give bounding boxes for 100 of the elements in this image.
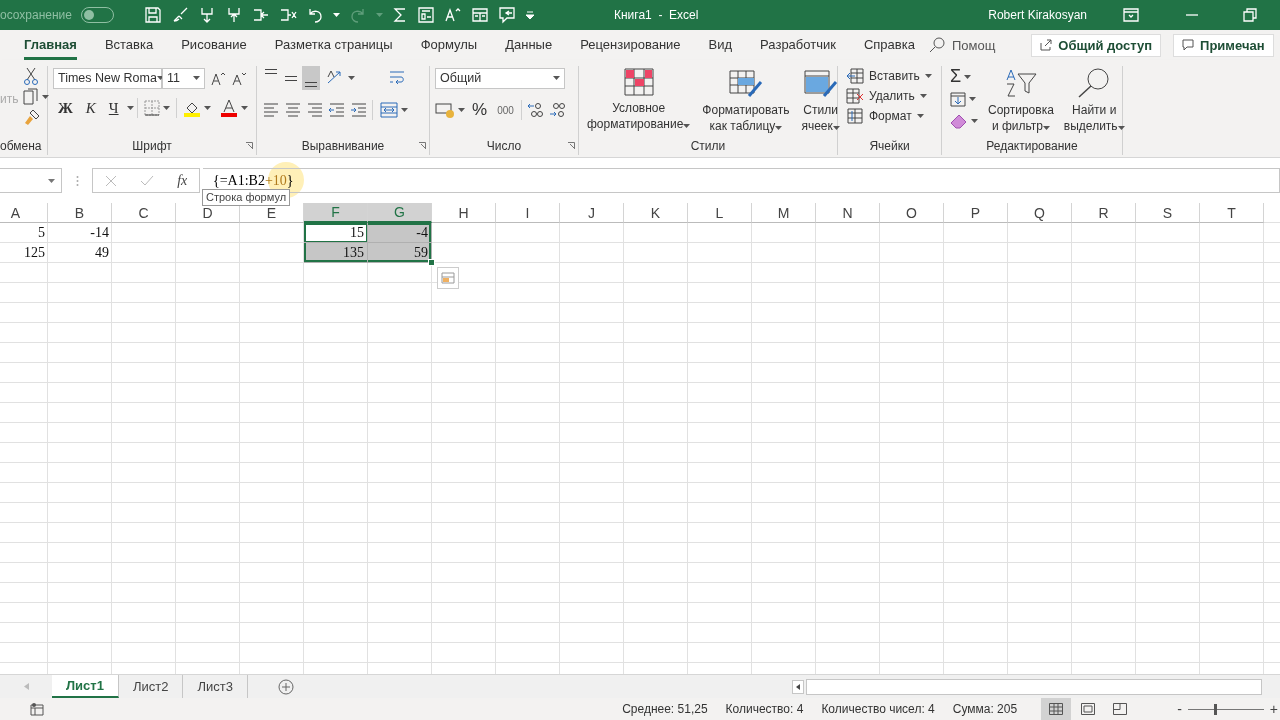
styles-button[interactable]: Условное форматирование xyxy=(584,66,694,139)
column-header[interactable]: I xyxy=(496,203,560,223)
column-header[interactable]: T xyxy=(1200,203,1264,223)
italic-button[interactable]: К xyxy=(80,97,101,119)
table-cell[interactable]: 125 xyxy=(0,243,48,263)
column-header[interactable]: N xyxy=(816,203,880,223)
caret-icon xyxy=(969,97,976,101)
font-size-icon[interactable] xyxy=(444,6,462,24)
ribbon-tab[interactable]: Данные xyxy=(505,30,553,60)
underline-button[interactable]: Ч xyxy=(103,97,124,119)
styles-button[interactable]: Форматировать как таблицу xyxy=(699,66,793,139)
increase-decimal-icon[interactable] xyxy=(525,101,544,119)
percent-button[interactable]: % xyxy=(469,98,491,122)
save-icon[interactable] xyxy=(144,6,162,24)
group-label: обмена xyxy=(0,139,42,155)
grow-font-icon[interactable] xyxy=(210,70,226,86)
autosum-button[interactable]: Σ xyxy=(947,66,981,87)
insert-cells-icon[interactable] xyxy=(252,6,270,24)
currency-button[interactable] xyxy=(435,101,465,119)
ribbon-tab[interactable]: Справка xyxy=(863,30,915,60)
ribbon-tab[interactable]: Вставка xyxy=(104,30,154,60)
borders-icon xyxy=(143,100,160,116)
formula-field[interactable]: {=A1:B2+10} xyxy=(203,168,1280,193)
column-header[interactable]: M xyxy=(752,203,816,223)
find-select-button[interactable]: Найти и выделить xyxy=(1060,66,1128,139)
fill-handle[interactable] xyxy=(428,259,435,266)
horizontal-scrollbar[interactable] xyxy=(792,678,1262,695)
sheet-tab[interactable]: Лист1 xyxy=(52,675,119,698)
insert-function-button[interactable]: fx xyxy=(177,172,188,189)
ribbon-tab[interactable]: Разметка страницы xyxy=(274,30,393,60)
column-header[interactable]: B xyxy=(48,203,112,223)
scroll-left-icon[interactable] xyxy=(792,679,804,694)
bold-button[interactable]: Ж xyxy=(53,97,78,119)
share-button[interactable]: Общий доступ xyxy=(1031,33,1162,57)
format-painter-icon[interactable] xyxy=(23,108,42,126)
customize-icon[interactable] xyxy=(525,10,535,20)
launcher-icon[interactable] xyxy=(568,142,575,149)
ribbon-tab[interactable]: Разработчик xyxy=(760,30,836,60)
column-header[interactable]: H xyxy=(432,203,496,223)
column-header[interactable]: R xyxy=(1072,203,1136,223)
cells-button[interactable]: Формат xyxy=(843,106,935,126)
column-header[interactable]: Q xyxy=(1008,203,1072,223)
merge-button[interactable] xyxy=(377,99,411,121)
column-header[interactable]: K xyxy=(624,203,688,223)
insert-row-icon[interactable] xyxy=(198,6,216,24)
ribbon-tab[interactable]: Вид xyxy=(708,30,733,60)
ribbon-tab[interactable]: Рисование xyxy=(181,30,247,60)
column-header[interactable]: G xyxy=(368,203,432,223)
column-header[interactable]: O xyxy=(880,203,944,223)
sum-icon[interactable] xyxy=(392,6,408,24)
group-label: Число xyxy=(485,139,523,155)
ribbon-tab[interactable]: Рецензирование xyxy=(580,30,681,60)
comment-reply-icon[interactable] xyxy=(498,6,516,24)
column-header[interactable]: F xyxy=(304,203,368,223)
number-format-field[interactable]: Общий xyxy=(435,67,565,89)
table-cell[interactable]: -14 xyxy=(48,223,112,243)
shrink-font-icon[interactable] xyxy=(231,70,247,86)
form-icon[interactable] xyxy=(417,6,435,24)
table-cell[interactable]: 15 xyxy=(304,223,368,243)
layout-icon[interactable] xyxy=(471,6,489,24)
table-cell[interactable]: 135 xyxy=(304,243,368,263)
comments-button[interactable]: Примечан xyxy=(1173,33,1274,57)
delete-cells-icon[interactable] xyxy=(279,6,297,24)
copy-button[interactable] xyxy=(23,88,50,106)
decrease-decimal-icon[interactable] xyxy=(547,101,566,119)
caret-icon xyxy=(775,126,783,130)
styles-button[interactable]: Стили ячеек xyxy=(798,66,843,139)
table-cell[interactable]: 59 xyxy=(368,243,432,263)
user-name[interactable]: Robert Kirakosyan xyxy=(988,8,1087,22)
ribbon-tab[interactable]: Формулы xyxy=(420,30,478,60)
macro-icon[interactable] xyxy=(30,702,44,716)
launcher-icon[interactable] xyxy=(246,142,253,149)
launcher-icon[interactable] xyxy=(419,142,426,149)
column-header[interactable]: C xyxy=(112,203,176,223)
sort-filter-button[interactable]: Сортировка и фильтр xyxy=(985,66,1057,139)
column-header[interactable]: P xyxy=(944,203,1008,223)
table-cell[interactable]: -4 xyxy=(368,223,432,243)
column-header[interactable]: L xyxy=(688,203,752,223)
normal-view-button[interactable] xyxy=(1041,698,1072,720)
table-cell[interactable]: 5 xyxy=(0,223,48,243)
restore-icon[interactable] xyxy=(1243,8,1257,22)
add-sheet-icon[interactable] xyxy=(277,678,294,695)
column-header[interactable]: A xyxy=(0,203,48,223)
brush-icon[interactable] xyxy=(171,6,189,24)
cells-button[interactable]: Вставить xyxy=(843,66,935,86)
column-header[interactable]: J xyxy=(560,203,624,223)
insert-column-icon[interactable] xyxy=(225,6,243,24)
table-cell[interactable]: 49 xyxy=(48,243,112,263)
cut-icon[interactable] xyxy=(23,66,40,86)
undo-icon[interactable] xyxy=(306,6,324,24)
vertical-align-button[interactable] xyxy=(302,66,320,90)
ribbon-display-icon[interactable] xyxy=(1123,8,1139,22)
tell-me-field[interactable]: Помощ xyxy=(951,37,996,53)
thousands-button[interactable]: 000 xyxy=(494,102,517,118)
column-header[interactable]: S xyxy=(1136,203,1200,223)
font-name-field[interactable]: Times New Roma xyxy=(53,67,162,89)
zoom-in-button[interactable]: + xyxy=(1269,701,1278,717)
cells-button[interactable]: Удалить xyxy=(843,86,935,106)
font-size-field[interactable]: 11 xyxy=(162,67,205,89)
zoom-out-button[interactable]: - xyxy=(1177,701,1182,717)
